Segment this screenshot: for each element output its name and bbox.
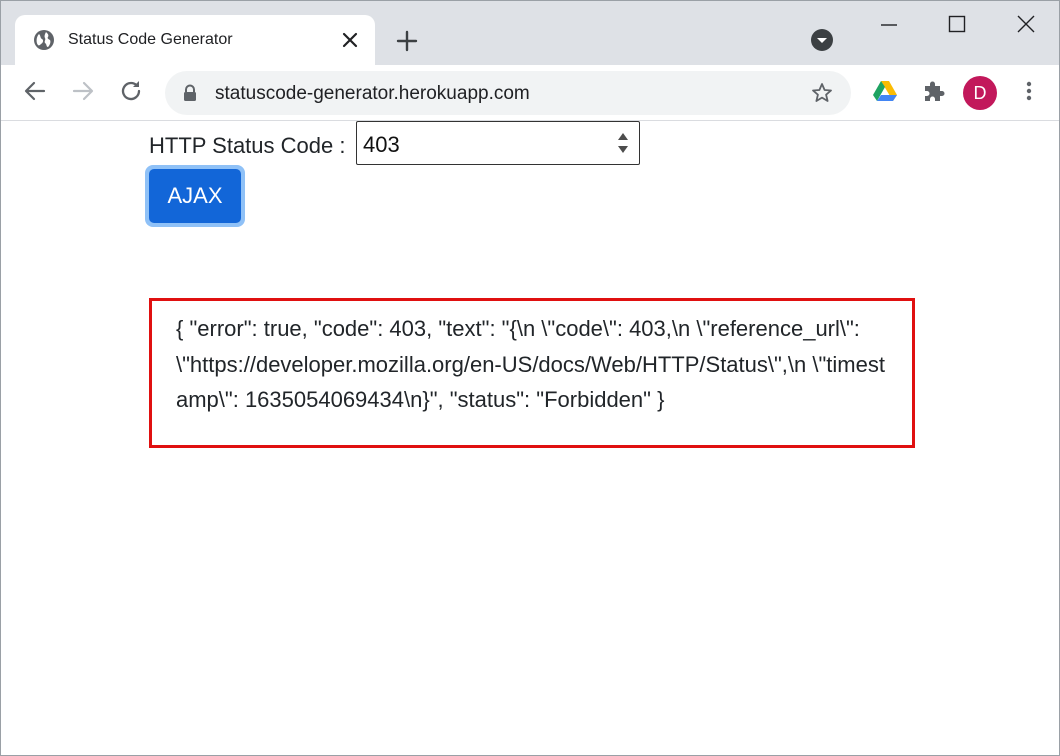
google-drive-icon[interactable] (871, 77, 899, 105)
page-content: HTTP Status Code : 403 AJAX { "error": t… (1, 121, 1059, 755)
new-tab-plus-icon[interactable] (393, 27, 421, 55)
minimize-window-icon[interactable] (855, 1, 923, 47)
extensions-puzzle-icon[interactable] (919, 77, 947, 105)
status-code-value[interactable]: 403 (363, 132, 400, 158)
lock-icon[interactable] (181, 84, 199, 102)
tab-strip: Status Code Generator (1, 1, 1059, 65)
response-output: { "error": true, "code": 403, "text": "{… (149, 298, 915, 448)
reload-icon[interactable] (117, 77, 145, 105)
address-bar[interactable]: statuscode-generator.herokuapp.com (165, 71, 851, 115)
browser-toolbar: statuscode-generator.herokuapp.com D (1, 65, 1059, 121)
tab-status-code-generator[interactable]: Status Code Generator (15, 15, 375, 65)
browser-window: Status Code Generator statuscode-generat… (0, 0, 1060, 756)
status-code-input[interactable]: 403 (356, 121, 640, 165)
status-code-label: HTTP Status Code : (149, 133, 346, 158)
forward-arrow-icon[interactable] (69, 77, 97, 105)
url-text[interactable]: statuscode-generator.herokuapp.com (215, 83, 530, 105)
number-spinner-icon[interactable] (613, 128, 633, 158)
back-arrow-icon[interactable] (21, 77, 49, 105)
profile-avatar[interactable]: D (963, 76, 997, 110)
maximize-window-icon[interactable] (923, 1, 991, 47)
tab-search-chevron-icon[interactable] (810, 28, 834, 52)
ajax-button[interactable]: AJAX (145, 165, 245, 227)
tab-title: Status Code Generator (68, 31, 233, 48)
globe-icon (33, 29, 55, 51)
bookmark-star-icon[interactable] (810, 81, 834, 105)
close-window-icon[interactable] (992, 1, 1059, 47)
tab-close-icon[interactable] (339, 29, 361, 51)
ajax-button-label[interactable]: AJAX (149, 169, 241, 223)
more-menu-icon[interactable] (1015, 77, 1043, 105)
